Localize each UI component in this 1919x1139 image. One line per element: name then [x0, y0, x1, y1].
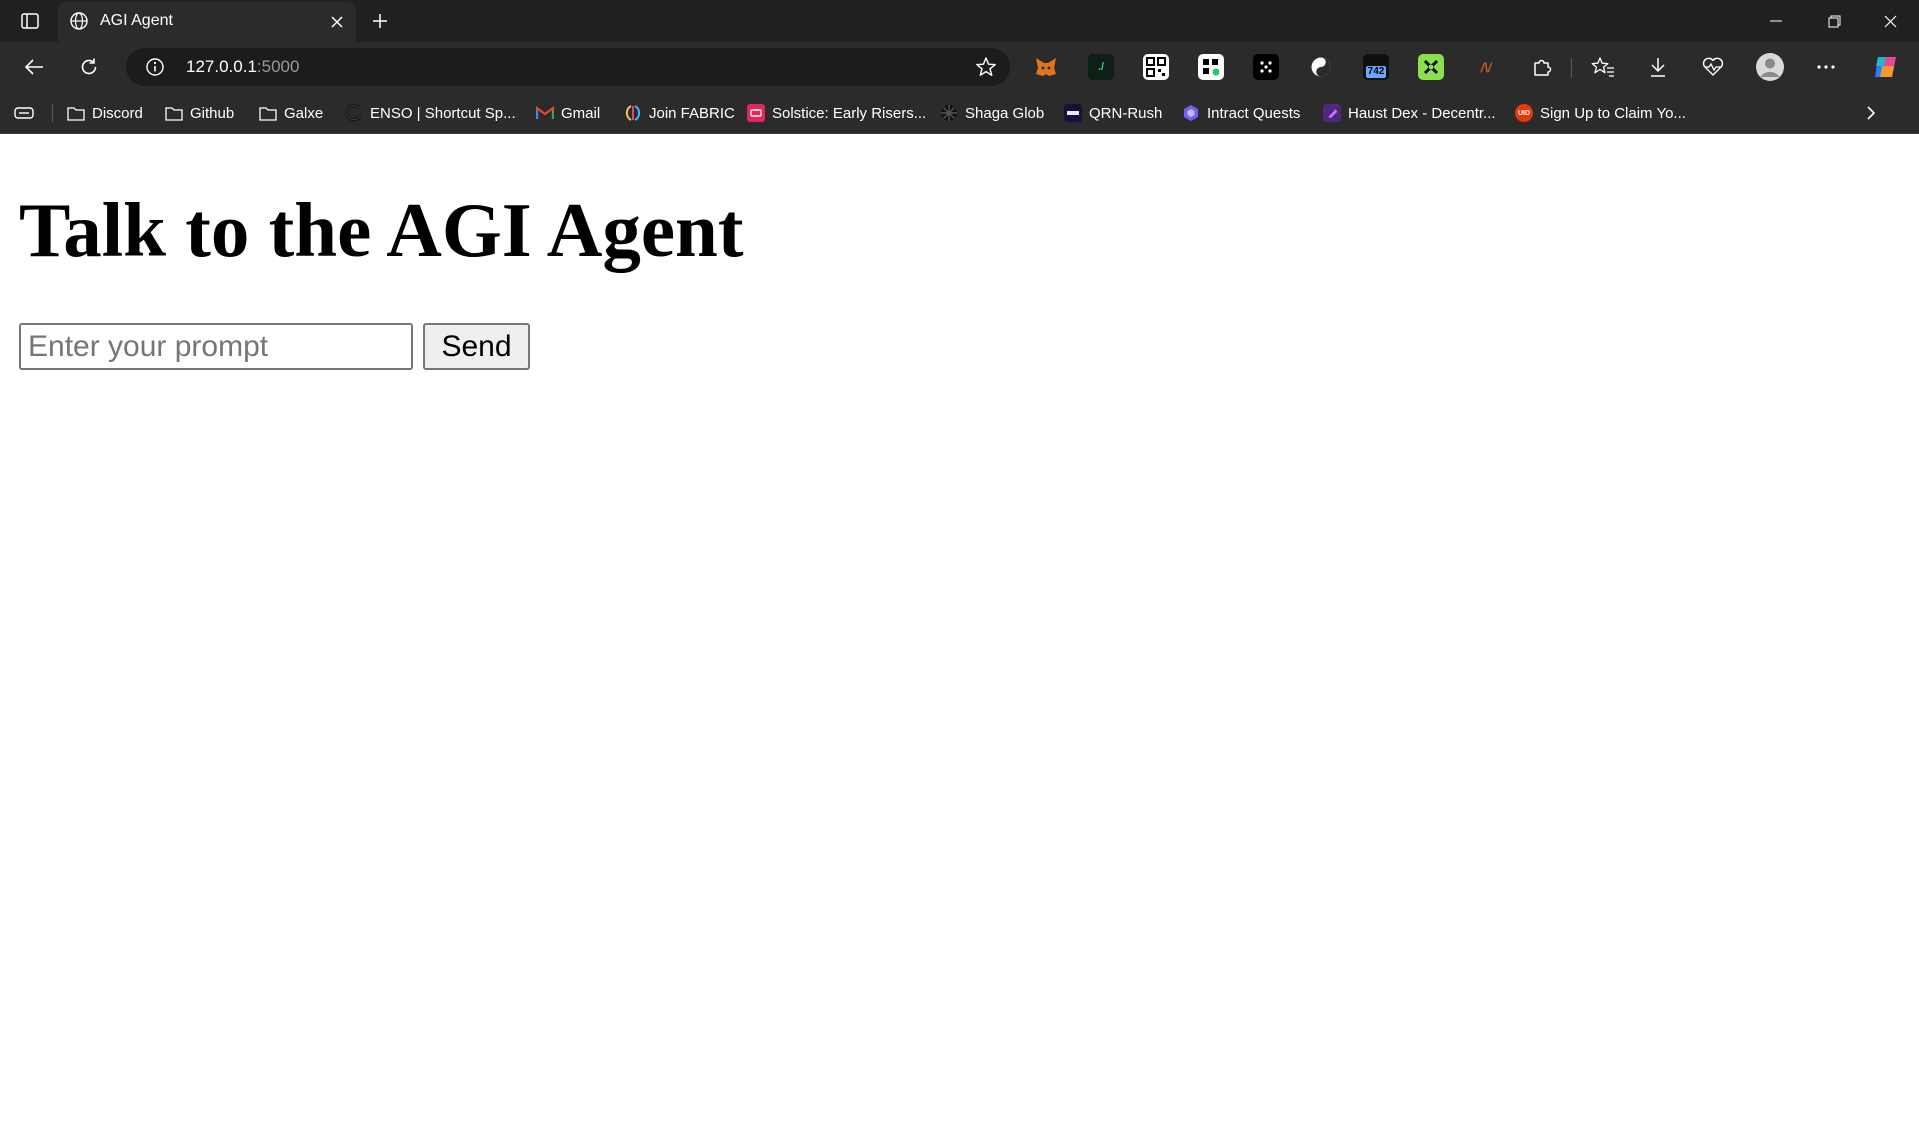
bookmark-uid[interactable]: UID Sign Up to Claim Yo... — [1515, 100, 1686, 126]
dice-icon[interactable] — [1253, 54, 1279, 80]
bookmark-label: Galxe — [284, 104, 324, 122]
bookmark-label: Shaga Glob — [965, 104, 1045, 122]
bookmark-gmail[interactable]: Gmail — [536, 100, 600, 126]
folder-icon — [165, 104, 183, 122]
folder-icon — [259, 104, 277, 122]
grid-dots-icon[interactable] — [1198, 54, 1224, 80]
intract-icon — [1182, 104, 1200, 122]
close-window-icon[interactable] — [1861, 0, 1919, 42]
download-icon[interactable] — [1640, 49, 1676, 85]
reload-icon[interactable] — [71, 49, 107, 85]
bookmark-label: Join FABRIC — [649, 104, 735, 122]
bookmark-folder-discord[interactable]: Discord — [67, 100, 143, 126]
bookmark-qrn-rush[interactable]: QRN-Rush — [1064, 100, 1162, 126]
profile-avatar-icon[interactable] — [1752, 49, 1788, 85]
bookmark-folder-galxe[interactable]: Galxe — [259, 100, 323, 126]
haust-icon — [1323, 104, 1341, 122]
minimize-icon[interactable] — [1747, 0, 1805, 42]
waves-icon[interactable]: /\/ — [1473, 54, 1499, 80]
send-button[interactable]: Send — [423, 323, 530, 370]
bookmark-label: Discord — [92, 104, 143, 122]
copilot-icon[interactable] — [1868, 49, 1904, 85]
restore-icon[interactable] — [1805, 0, 1863, 42]
qr-code-icon[interactable] — [1143, 54, 1169, 80]
url-host: 127.0.0.1 — [186, 57, 257, 76]
shaga-icon — [940, 104, 958, 122]
performance-heart-icon[interactable] — [1695, 49, 1731, 85]
yin-yang-icon[interactable] — [1308, 54, 1334, 80]
new-tab-button[interactable] — [365, 7, 395, 35]
site-info-icon[interactable] — [144, 56, 166, 78]
bookmark-enso[interactable]: ENSO | Shortcut Sp... — [345, 100, 516, 126]
tab-agi-agent[interactable]: AGI Agent — [58, 2, 356, 42]
prompt-input[interactable] — [19, 323, 413, 370]
tab-strip: AGI Agent — [0, 0, 1919, 42]
solstice-icon — [747, 104, 765, 122]
address-bar[interactable]: 127.0.0.1:5000 — [126, 48, 1010, 86]
metamask-fox-icon[interactable] — [1033, 54, 1059, 80]
enso-icon — [345, 104, 363, 122]
bookmark-intract[interactable]: Intract Quests — [1182, 100, 1300, 126]
calendar-badge-icon[interactable]: 742 — [1363, 54, 1389, 80]
green-cross-icon[interactable] — [1418, 54, 1444, 80]
bookmark-label: QRN-Rush — [1089, 104, 1163, 122]
url-port: :5000 — [256, 57, 300, 76]
qrn-icon — [1064, 104, 1082, 122]
more-options-icon[interactable] — [1808, 49, 1844, 85]
tab-actions-icon[interactable] — [14, 8, 46, 34]
bookmark-label: Gmail — [561, 104, 601, 122]
bookmark-label: Intract Quests — [1207, 104, 1301, 122]
bookmark-fabric[interactable]: Join FABRIC — [624, 100, 735, 126]
bookmark-shaga[interactable]: Shaga Glob — [940, 100, 1044, 126]
bookmark-label: Solstice: Early Risers... — [772, 104, 927, 122]
favorites-icon[interactable] — [1585, 49, 1621, 85]
close-tab-icon[interactable] — [324, 9, 350, 35]
bookmark-folder-github[interactable]: Github — [165, 100, 234, 126]
bookmark-label: Github — [190, 104, 235, 122]
fabric-icon — [624, 104, 642, 122]
bookmarks-bar: Discord Github Galxe ENSO | Shortcut Sp.… — [0, 92, 1919, 134]
toolbar-separator — [1571, 58, 1572, 78]
reading-list-icon[interactable] — [14, 100, 34, 126]
page-content: Talk to the AGI Agent Send — [0, 134, 1919, 1139]
bookmark-haust[interactable]: Haust Dex - Decentr... — [1323, 100, 1496, 126]
folder-icon — [67, 104, 85, 122]
url-text: 127.0.0.1:5000 — [186, 57, 299, 77]
back-icon[interactable] — [16, 49, 52, 85]
gmail-icon — [536, 104, 554, 122]
bookmark-label: Haust Dex - Decentr... — [1348, 104, 1496, 122]
uid-icon: UID — [1515, 104, 1533, 122]
slash-terminal-icon[interactable]: ./ — [1088, 54, 1114, 80]
browser-toolbar: 127.0.0.1:5000 ./ 742 /\/ — [0, 42, 1919, 92]
extensions-puzzle-icon[interactable] — [1524, 49, 1560, 85]
bookmark-solstice[interactable]: Solstice: Early Risers... — [747, 100, 926, 126]
chevron-right-icon[interactable] — [1866, 100, 1876, 126]
browser-chrome: AGI Agent 127.0.0.1:5000 ./ 742 /\/ Disc… — [0, 0, 1919, 134]
extension-badge-count: 742 — [1365, 65, 1387, 78]
tab-title: AGI Agent — [100, 12, 173, 29]
favorite-star-icon[interactable] — [974, 55, 998, 79]
globe-icon — [68, 10, 90, 32]
bookmark-label: Sign Up to Claim Yo... — [1540, 104, 1686, 122]
bookmark-label: ENSO | Shortcut Sp... — [370, 104, 516, 122]
page-title: Talk to the AGI Agent — [19, 187, 744, 273]
bookmarks-separator — [52, 104, 53, 122]
